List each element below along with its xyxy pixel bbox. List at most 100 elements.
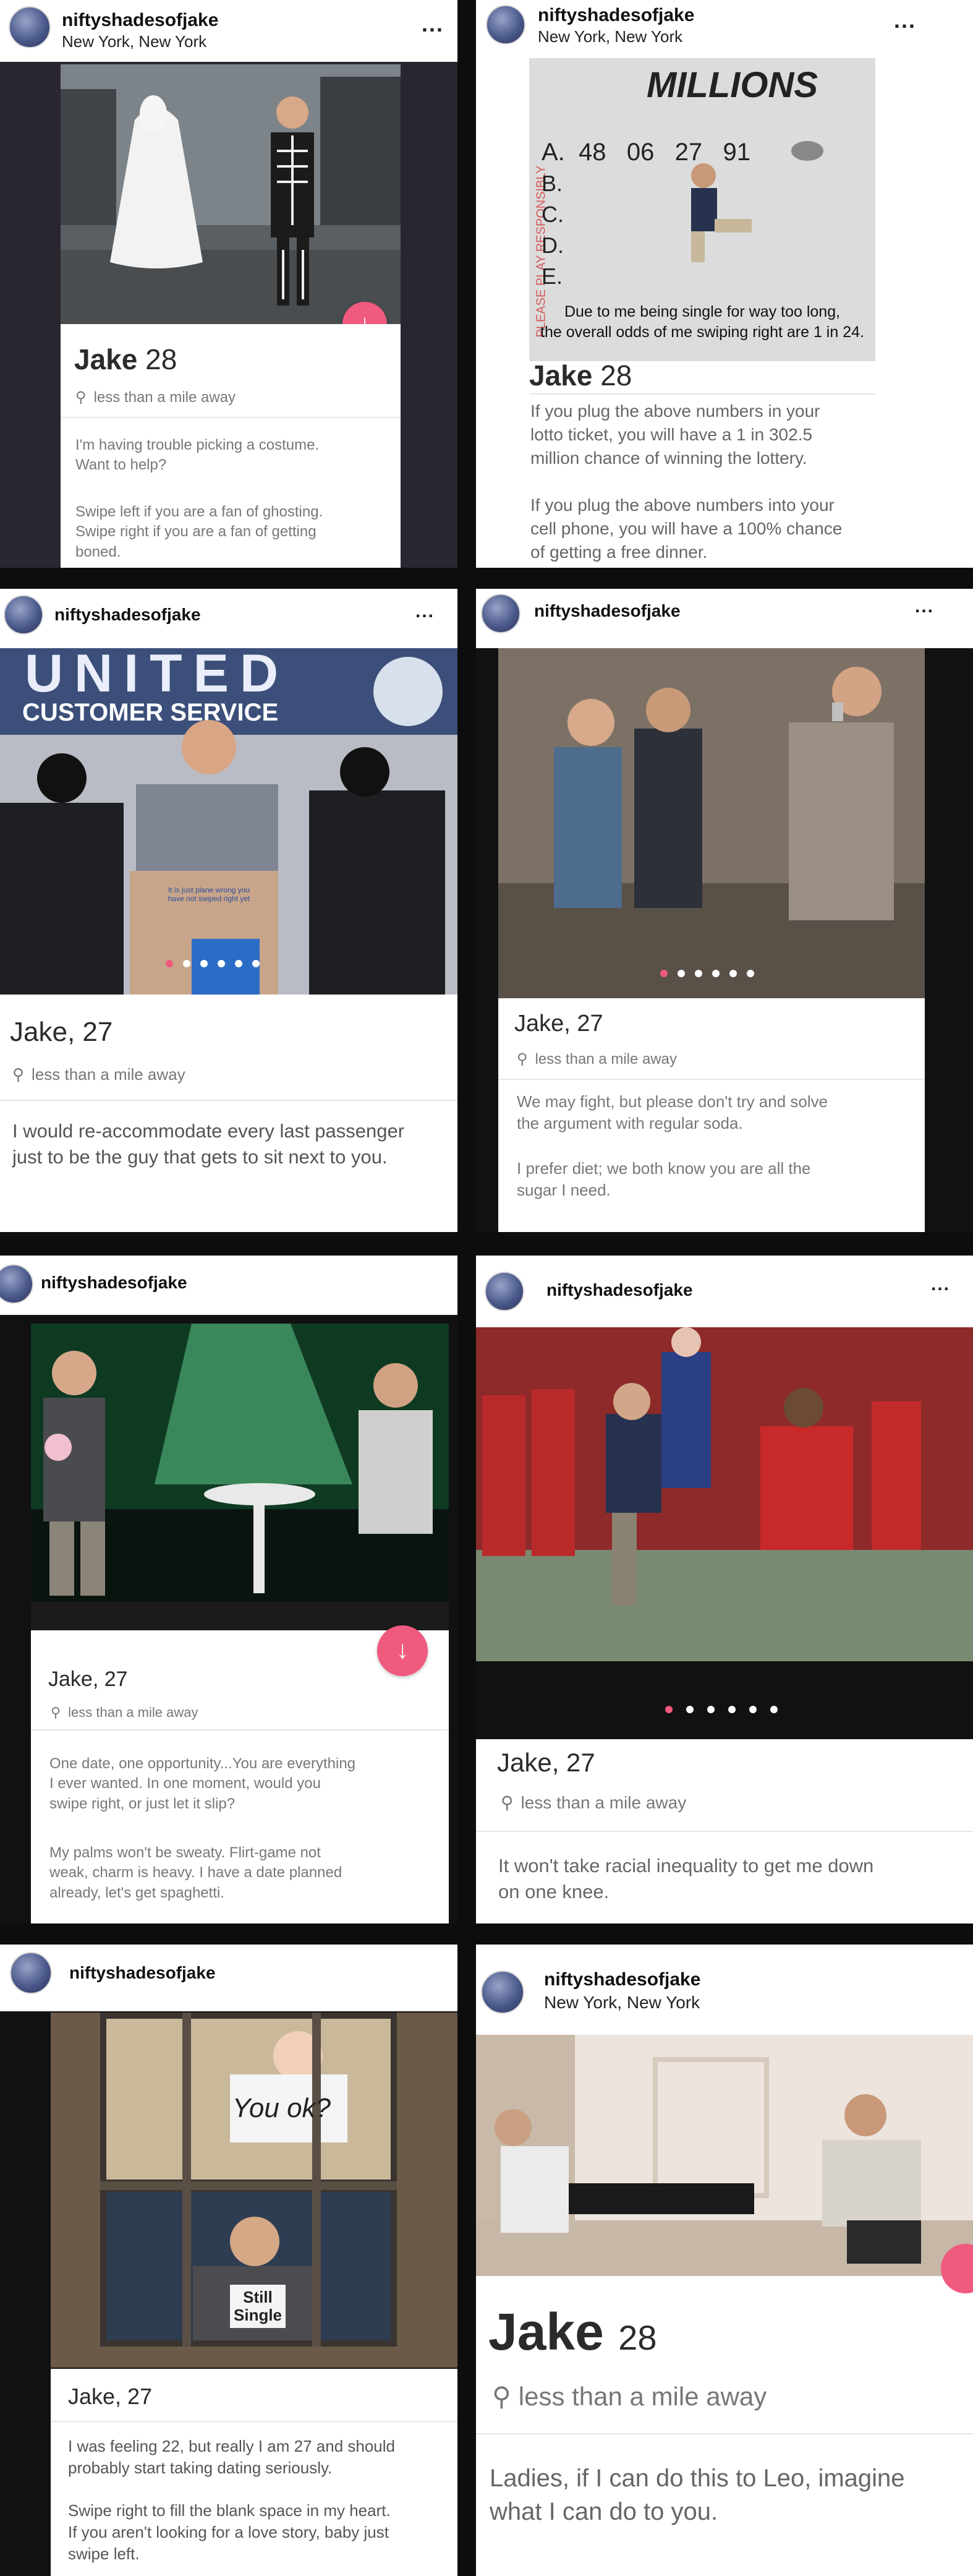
kneel-scene [476, 1327, 973, 1739]
pagination-dot[interactable] [678, 970, 685, 977]
distance: ⚲ less than a mile away [517, 1051, 678, 1068]
bio-paragraph: Swipe left if you are a fan of ghosting.… [75, 503, 323, 560]
profile-name: Jake 28 [74, 343, 177, 375]
bio-paragraph: I'm having trouble picking a costume. Wa… [75, 437, 320, 474]
pagination-dot[interactable] [166, 960, 173, 967]
like-button[interactable]: ↓ [377, 1625, 428, 1676]
pagination-dot[interactable] [235, 960, 242, 967]
divider [476, 2433, 973, 2434]
avatar[interactable] [4, 595, 43, 635]
soda-photo [498, 648, 925, 998]
username[interactable]: niftyshadesofjake [544, 1969, 700, 1990]
bio-paragraph: It won't take racial inequality to get m… [498, 1855, 874, 1902]
avatar[interactable] [481, 594, 520, 633]
avatar[interactable] [481, 1971, 524, 2014]
photo-bottom-bar [31, 1602, 449, 1630]
divider [51, 2421, 457, 2422]
avatar[interactable] [485, 1272, 524, 1311]
pagination-dot[interactable] [707, 1706, 715, 1713]
avatar[interactable] [9, 6, 51, 48]
profile-name: Jake 28 [488, 2303, 657, 2361]
soda-scene [498, 648, 925, 998]
profile-name: Jake 28 [529, 359, 632, 392]
distance: ⚲ less than a mile away [12, 1065, 185, 1084]
avatar[interactable] [0, 1264, 33, 1304]
pagination-dot[interactable] [252, 960, 260, 967]
bio-paragraph: We may fight, but please don't try and s… [517, 1092, 828, 1133]
post-leo: niftyshadesofjake New York, New York Jak… [476, 1945, 973, 2576]
bio-paragraph: Ladies, if I can do this to Leo, imagine… [490, 2465, 905, 2525]
username[interactable]: niftyshadesofjake [54, 605, 201, 625]
pagination-dot[interactable] [749, 1706, 757, 1713]
distance: ⚲ less than a mile away [501, 1793, 687, 1812]
post-still-single: niftyshadesofjake You ok? Still Single J… [0, 1945, 457, 2576]
avatar[interactable] [486, 5, 525, 45]
divider [31, 1729, 449, 1731]
post-header: niftyshadesofjake [0, 1256, 457, 1315]
bio-paragraph: I prefer diet; we both know you are all … [517, 1159, 811, 1200]
united-photo: UNITED CUSTOMER SERVICE It is just plane… [0, 648, 457, 995]
rap-battle-photo [31, 1324, 449, 1602]
avatar[interactable] [10, 1952, 52, 1994]
sign-text: You ok? [232, 2093, 331, 2123]
photo-pagination [660, 970, 754, 977]
post-costume: niftyshadesofjake New York, New York ...… [0, 0, 457, 568]
pagination-dot[interactable] [200, 960, 208, 967]
profile-name: Jake, 27 [514, 1011, 603, 1037]
username[interactable]: niftyshadesofjake [69, 1963, 216, 1983]
more-options-icon[interactable]: ... [894, 7, 916, 33]
map-pin-icon: ⚲ [51, 1705, 61, 1720]
pagination-dot[interactable] [770, 1706, 778, 1713]
username[interactable]: niftyshadesofjake [41, 1273, 187, 1293]
profile-name: Jake, 27 [497, 1748, 595, 1777]
divider [498, 1079, 925, 1080]
post-kneel: niftyshadesofjake ... Jake, 27 ⚲ less tha… [476, 1256, 973, 1923]
pagination-dot[interactable] [712, 970, 720, 977]
pagination-dot[interactable] [660, 970, 668, 977]
arrow-down-icon: ↓ [396, 1637, 409, 1664]
pagination-dot[interactable] [695, 970, 702, 977]
ticket-caption: Due to me being single for way too long,… [540, 303, 864, 341]
divider [529, 393, 875, 395]
bio-paragraph: I was feeling 22, but really I am 27 and… [68, 2437, 395, 2478]
pagination-dot[interactable] [665, 1706, 673, 1713]
profile-name: Jake, 27 [68, 2384, 153, 2409]
pagination-dot[interactable] [218, 960, 225, 967]
more-options-icon[interactable]: ... [415, 601, 435, 622]
leo-photo [476, 2035, 973, 2276]
sign-text: Still Single [234, 2288, 283, 2324]
location: New York, New York [544, 1993, 700, 2012]
pagination-dot[interactable] [728, 1706, 736, 1713]
bio-paragraph: If you plug the above numbers in your lo… [530, 401, 820, 468]
photo-pagination [665, 1706, 778, 1713]
post-header: niftyshadesofjake New York, New York ... [0, 0, 457, 62]
bio-paragraph: My palms won't be sweaty. Flirt-game not… [49, 1844, 342, 1901]
pagination-dot[interactable] [729, 970, 737, 977]
pagination-dot[interactable] [183, 960, 190, 967]
map-pin-icon: ⚲ [75, 389, 87, 406]
lottery-ticket-photo: MILLIONS PLEASE PLAY RESPONSIBLY A. 48 0… [529, 58, 875, 361]
more-options-icon[interactable]: ... [422, 11, 444, 37]
bio-paragraph: Swipe right to fill the blank space in m… [68, 2501, 391, 2564]
map-pin-icon: ⚲ [12, 1065, 25, 1084]
pagination-dot[interactable] [747, 970, 754, 977]
leo-scene [476, 2035, 973, 2276]
username[interactable]: niftyshadesofjake [538, 5, 694, 26]
bio-paragraph: I would re-accommodate every last passen… [12, 1120, 405, 1168]
pagination-dot[interactable] [686, 1706, 694, 1713]
more-options-icon[interactable]: ... [931, 1274, 950, 1295]
distance: ⚲ less than a mile away [51, 1705, 198, 1720]
username[interactable]: niftyshadesofjake [546, 1280, 693, 1300]
more-options-icon[interactable]: ... [915, 596, 934, 617]
location: New York, New York [538, 27, 683, 46]
post-spaghetti: niftyshadesofjake ↓ Jake, 27 ⚲ less than … [0, 1256, 457, 1923]
costume-photo [61, 64, 401, 324]
username[interactable]: niftyshadesofjake [62, 10, 218, 31]
bio-paragraph: One date, one opportunity...You are ever… [49, 1755, 356, 1812]
kneel-photo [476, 1327, 973, 1739]
username[interactable]: niftyshadesofjake [534, 601, 681, 621]
post-header: niftyshadesofjake [0, 1945, 457, 2011]
post-united: niftyshadesofjake ... UNITED CUSTOMER SE… [0, 589, 457, 1232]
security-scene [0, 657, 457, 995]
post-header: niftyshadesofjake New York, New York ... [476, 0, 973, 56]
